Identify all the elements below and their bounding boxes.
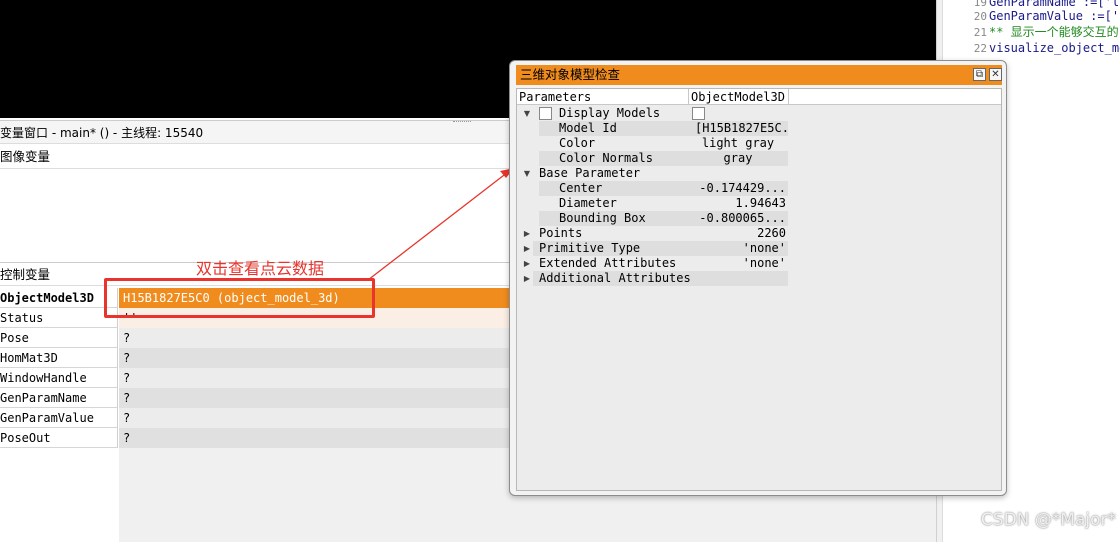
code-text: visualize_object_mo	[989, 41, 1120, 55]
tree-row-center[interactable]: Center -0.174429...	[517, 181, 789, 196]
tree-row-model-id[interactable]: Model Id [H15B1827E5C...	[517, 121, 789, 136]
tree-label: Bounding Box	[539, 211, 690, 226]
tree-row-points[interactable]: ▶ Points 2260	[517, 226, 789, 241]
tree-row-color[interactable]: Color light gray	[517, 136, 789, 151]
variable-names-empty	[0, 448, 118, 542]
object-model-inspection-dialog[interactable]: 三维对象模型检查 ⧉ ✕ Parameters ObjectModel3D ▼ …	[509, 60, 1007, 496]
line-number: 20	[973, 10, 987, 23]
close-icon[interactable]: ✕	[989, 68, 1002, 81]
line-number: 22	[973, 42, 987, 55]
splitter-grip[interactable]	[453, 121, 471, 123]
watermark-text: CSDN @*Major*	[980, 510, 1116, 530]
tree-label: Extended Attributes	[539, 256, 677, 270]
code-line[interactable]: 22 visualize_object_mo	[937, 40, 1120, 56]
variable-name: Pose	[0, 328, 118, 348]
tree-value: 'none'	[690, 241, 788, 256]
tree-value: 2260	[757, 226, 786, 240]
column-header-parameters[interactable]: Parameters	[517, 89, 689, 105]
tree-value: 1.94643	[735, 196, 786, 210]
annotation-text: 双击查看点云数据	[196, 259, 325, 278]
tree-row-diameter[interactable]: Diameter 1.94643	[517, 196, 789, 211]
annotation-highlight-box	[104, 278, 375, 318]
tree-label: Additional Attributes	[533, 271, 691, 286]
tree-row-display-models[interactable]: ▼ Display Models	[517, 106, 789, 121]
tree-header: Parameters ObjectModel3D	[517, 89, 1001, 105]
tree-label: Points	[539, 226, 583, 240]
line-number: 21	[973, 26, 987, 39]
variable-name: Status	[0, 308, 118, 328]
tree-label: Center	[539, 181, 690, 196]
variable-name: WindowHandle	[0, 368, 118, 388]
variable-name: GenParamName	[0, 388, 118, 408]
column-header-object[interactable]: ObjectModel3D	[689, 89, 789, 105]
tree-row-base-parameter[interactable]: ▼ Base Parameter	[517, 166, 789, 181]
tree-value: light gray	[701, 136, 775, 150]
expand-right-icon[interactable]: ▶	[521, 226, 533, 241]
tree-row-extended-attributes[interactable]: ▶ Extended Attributes 'none'	[517, 256, 789, 271]
tree-label: Color	[559, 136, 596, 150]
dialog-title: 三维对象模型检查	[520, 67, 621, 82]
code-text: GenParamValue :=['c	[989, 9, 1120, 23]
tree-row-color-normals[interactable]: Color Normals gray	[517, 151, 789, 166]
tree-label: Display Models	[559, 106, 661, 120]
variable-name: HomMat3D	[0, 348, 118, 368]
tree-value: 'none'	[742, 256, 786, 270]
tree-label: Primitive Type	[533, 241, 690, 256]
display-models-value-checkbox[interactable]	[692, 107, 705, 120]
variable-name: PoseOut	[0, 428, 118, 448]
tree-row-additional-attributes[interactable]: ▶ Additional Attributes	[517, 271, 789, 286]
variable-name: GenParamValue	[0, 408, 118, 428]
code-text: ** 显示一个能够交互的	[989, 25, 1119, 39]
tree-value	[690, 271, 788, 286]
tree-label: Diameter	[559, 196, 617, 210]
tree-value: gray	[690, 151, 788, 166]
display-models-checkbox[interactable]	[539, 107, 552, 120]
expand-right-icon[interactable]: ▶	[521, 256, 533, 271]
code-line[interactable]: 21 ** 显示一个能够交互的	[937, 24, 1119, 40]
tree-row-primitive-type[interactable]: ▶ Primitive Type 'none'	[517, 241, 789, 256]
tree-value: [H15B1827E5C...	[690, 121, 788, 136]
expand-down-icon[interactable]: ▼	[521, 106, 533, 121]
tree-label: Color Normals	[539, 151, 690, 166]
dialog-title-bar[interactable]: 三维对象模型检查 ⧉ ✕	[516, 65, 1002, 85]
code-line[interactable]: 20 GenParamValue :=['c	[937, 8, 1120, 24]
tree-value: -0.800065...	[690, 211, 788, 226]
parameter-tree[interactable]: Parameters ObjectModel3D ▼ Display Model…	[516, 88, 1002, 491]
expand-right-icon[interactable]: ▶	[521, 271, 533, 286]
tree-label: Base Parameter	[539, 166, 641, 180]
expand-right-icon[interactable]: ▶	[521, 241, 533, 256]
variable-name: ObjectModel3D	[0, 288, 118, 308]
float-icon[interactable]: ⧉	[973, 68, 986, 81]
expand-down-icon[interactable]: ▼	[521, 166, 533, 181]
tree-label: Model Id	[539, 121, 690, 136]
tree-row-bounding-box[interactable]: Bounding Box -0.800065...	[517, 211, 789, 226]
tree-value: -0.174429...	[690, 181, 788, 196]
